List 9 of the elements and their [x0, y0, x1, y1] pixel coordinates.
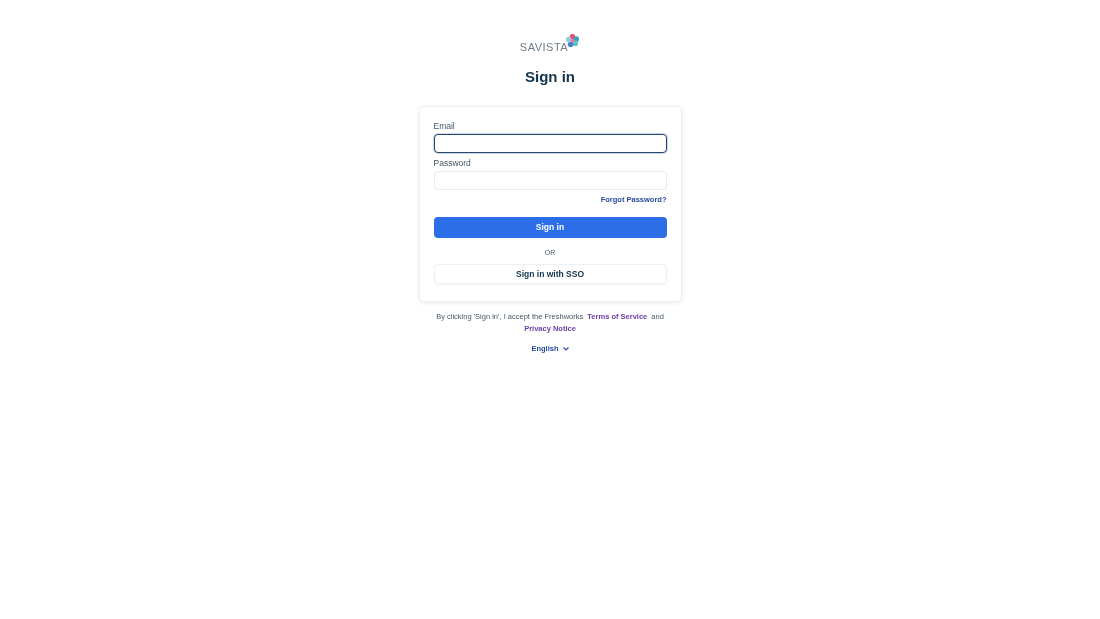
field-label: Email [433, 121, 456, 132]
logo-wordmark: SAVISTA [519, 41, 569, 53]
email-field[interactable] [433, 134, 667, 153]
sso-sign-in-button[interactable]: Sign in with SSO [433, 264, 667, 284]
password-field[interactable] [433, 171, 667, 190]
page-title: Sign in [525, 68, 575, 86]
caret-icon [562, 347, 569, 351]
sign-in-button[interactable]: Sign in [433, 217, 667, 238]
field-label: Password [433, 158, 472, 169]
